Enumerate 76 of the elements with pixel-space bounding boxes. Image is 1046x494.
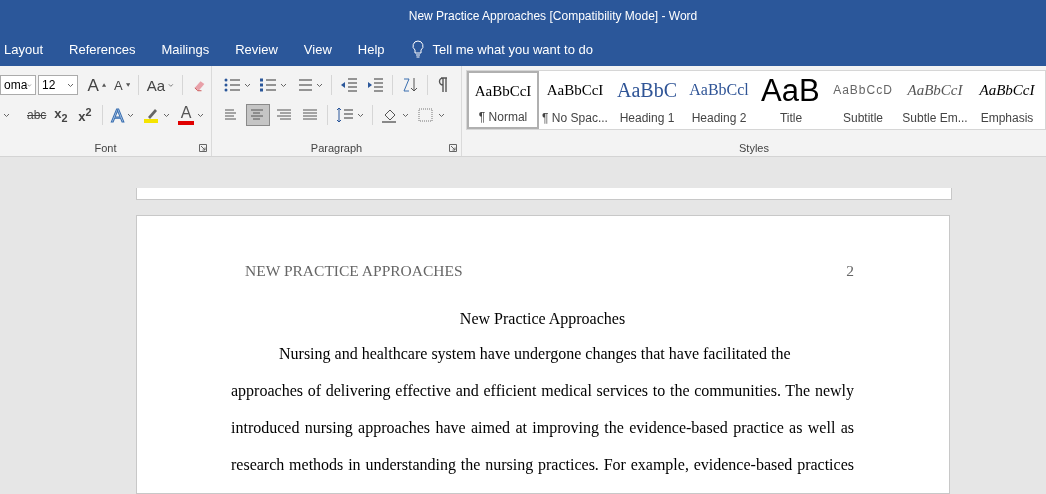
body-text-line: approaches of delivering effective and efficient medical services to the communities. The newly [231, 382, 854, 402]
caret-down-icon [125, 83, 130, 87]
align-icon [275, 108, 293, 122]
style-label: Title [779, 111, 803, 125]
grow-font-button[interactable]: A [84, 74, 109, 96]
caret-up-icon [101, 83, 106, 87]
chevron-down-icon [3, 112, 10, 118]
chevron-down-icon [280, 82, 287, 88]
style-preview: AaBbCcD [833, 82, 893, 99]
ribbon-tab[interactable]: Layout [4, 36, 44, 62]
style-preview: AaB [761, 76, 821, 104]
shrink-font-button[interactable]: A [110, 74, 133, 96]
align-icon [301, 108, 319, 122]
group-label: Paragraph [310, 142, 363, 154]
alignment-button[interactable] [246, 104, 270, 126]
borders-icon [417, 107, 435, 123]
strikethrough-button[interactable]: abc [24, 104, 50, 126]
chevron-down-icon [163, 112, 171, 118]
chevron-down-icon [197, 112, 205, 118]
ribbon-tab[interactable]: Review [235, 36, 278, 62]
pilcrow-icon [436, 77, 448, 93]
chevron-down-icon [438, 112, 445, 118]
ribbon-tab[interactable]: References [69, 36, 136, 62]
chevron-down-icon [67, 82, 75, 88]
lightbulb-icon [410, 40, 425, 58]
paint-bucket-icon [381, 107, 399, 123]
chevron-down-icon [127, 112, 135, 118]
body-text-line: introduced nursing approaches have aimed at improving the evidence-based practice as well as [231, 419, 854, 439]
body-text-line: research methods in understanding the nursing practices. For example, evidence-based practices [231, 456, 854, 476]
style-preview: AaBbCcl [689, 80, 749, 100]
style-label: ¶ Normal [478, 110, 528, 124]
numbered-list-icon [259, 77, 277, 93]
style-label: Emphasis [980, 111, 1034, 125]
highlighter-icon [142, 107, 161, 123]
style-label: Subtitle [843, 111, 883, 125]
style-label: Heading 1 [619, 111, 675, 125]
body-text-line: Nursing and healthcare system have undergone changes that have facilitated the [278, 345, 792, 365]
dialog-launcher-icon[interactable] [449, 144, 457, 152]
chevron-down-icon [357, 112, 364, 118]
chevron-down-icon [244, 82, 251, 88]
bullet-list-icon [223, 77, 241, 93]
chevron-down-icon [402, 112, 409, 118]
window-title: New Practice Approaches [Compatibility Mode] - Word [408, 9, 698, 23]
style-preview: AaBbCcI [474, 81, 532, 101]
style-label: ¶ No Spac... [542, 111, 608, 125]
chevron-down-icon [316, 82, 323, 88]
color-bar-icon [178, 121, 195, 125]
sort-icon [401, 77, 419, 93]
chevron-down-icon [168, 82, 174, 88]
ribbon-tab[interactable]: Mailings [161, 36, 210, 62]
group-label: Font [94, 142, 117, 154]
style-label: Heading 2 [691, 111, 747, 125]
document-title: New Practice Approaches [458, 310, 627, 328]
superscript-button[interactable]: x$^{2}$ [75, 104, 98, 126]
style-preview: AaBbCcI [979, 80, 1035, 100]
style-label: Subtle Em... [902, 111, 968, 125]
ribbon-tab[interactable]: Help [357, 36, 385, 62]
style-preview: AaBbCcI [546, 80, 604, 100]
subscript-button[interactable]: x$_{2}$ [51, 104, 74, 126]
running-header: NEW PRACTICE APPROACHES [245, 262, 463, 280]
indent-icon [366, 77, 384, 93]
page-number: 2 [846, 262, 854, 280]
font-name-field[interactable]: oma [0, 75, 36, 95]
group-label: Styles [739, 142, 769, 154]
tell-me-search[interactable]: Tell me what you want to do [432, 41, 593, 57]
font-color-button[interactable]: A [175, 104, 208, 126]
chevron-down-icon [27, 82, 32, 88]
change-case-button[interactable]: Aa [143, 74, 177, 96]
style-preview: AaBbC [617, 78, 677, 103]
ribbon-tab[interactable]: View [303, 36, 332, 62]
outdent-icon [340, 77, 358, 93]
style-item[interactable]: AaBbCcI ¶ Normal [467, 71, 539, 129]
font-size-field[interactable]: 12 [38, 75, 79, 95]
line-spacing-icon [336, 107, 354, 123]
dialog-launcher-icon[interactable] [199, 144, 207, 152]
style-preview: AaBbCcI [907, 80, 963, 100]
